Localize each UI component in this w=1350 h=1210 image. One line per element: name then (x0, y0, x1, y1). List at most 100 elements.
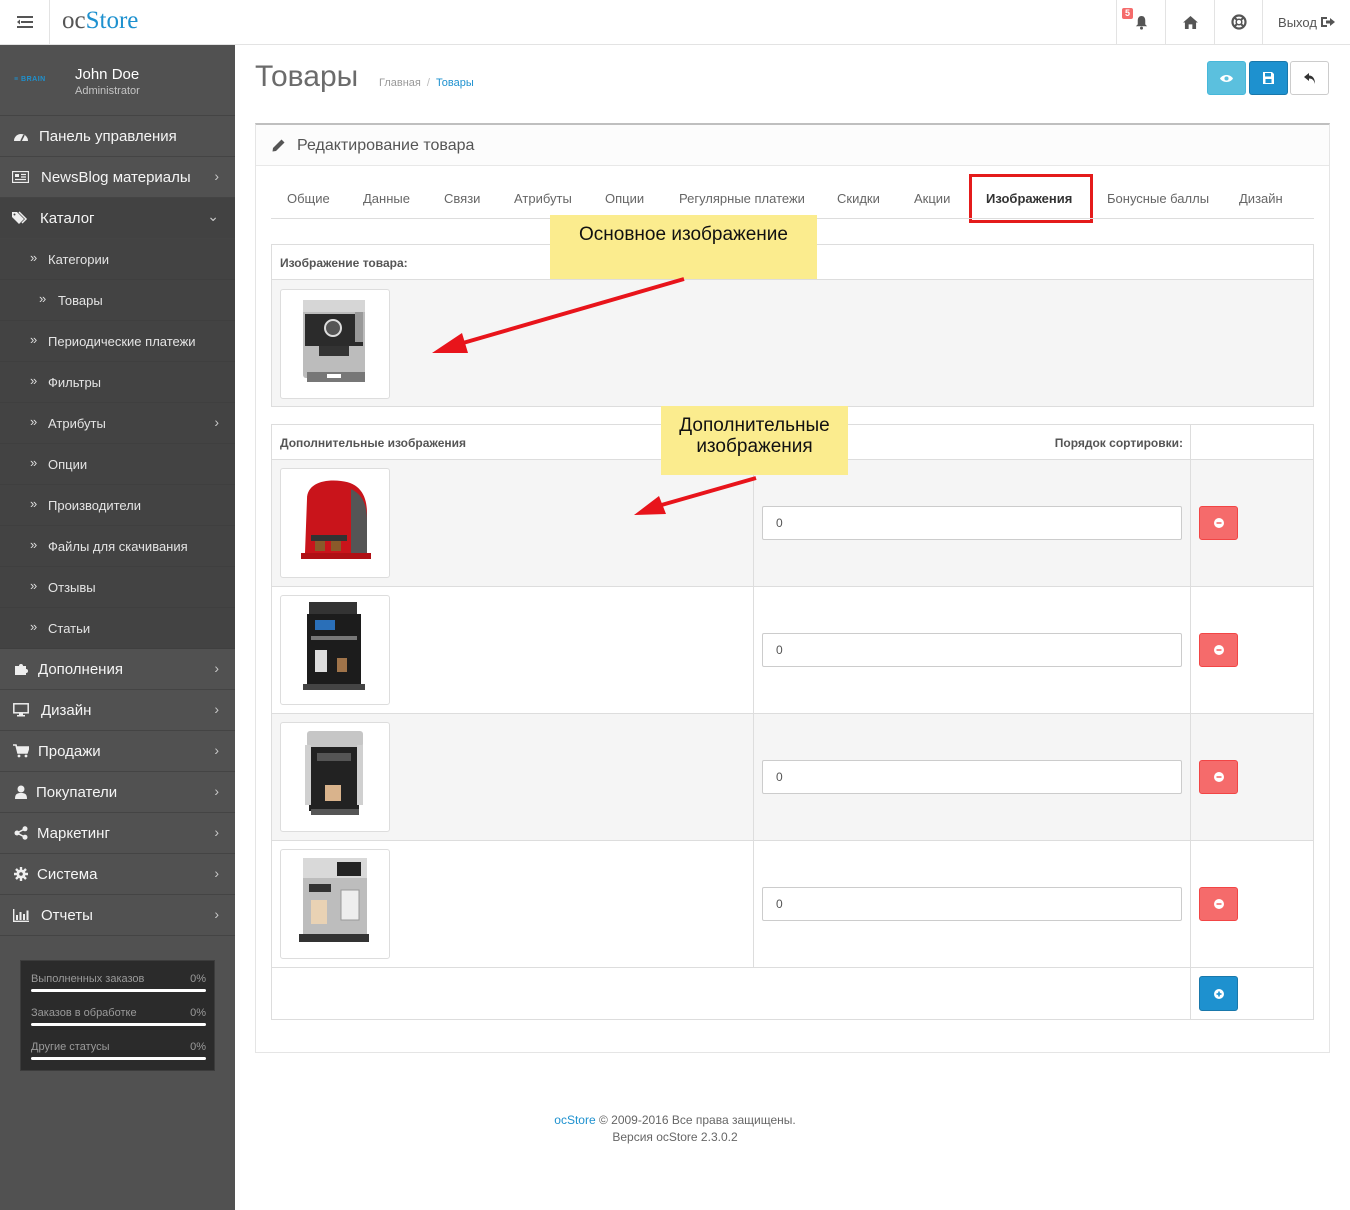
tab-options[interactable]: Опции (605, 191, 644, 206)
save-button[interactable] (1249, 61, 1288, 95)
sort-order-input[interactable] (762, 506, 1182, 540)
additional-image[interactable] (280, 468, 390, 578)
sidebar-item-system[interactable]: Система › (0, 854, 235, 895)
tab-design[interactable]: Дизайн (1239, 191, 1283, 206)
sidebar-subitem-filters[interactable]: » Фильтры (0, 362, 235, 403)
tab-discounts[interactable]: Скидки (837, 191, 880, 206)
sidebar-subitem-attributes[interactable]: » Атрибуты › (0, 403, 235, 444)
tab-links[interactable]: Связи (444, 191, 480, 206)
sidebar-subitem-categories[interactable]: » Категории (0, 239, 235, 280)
main-image-header: Изображение товара: (280, 256, 408, 270)
sidebar: ≡ BRAIN John Doe Administrator Панель уп… (0, 45, 235, 1210)
cart-icon (12, 744, 29, 758)
double-chevron-icon: » (30, 332, 38, 347)
breadcrumb-home-link[interactable]: Главная (379, 77, 421, 89)
stat-other: Другие статусы 0% (31, 1041, 206, 1063)
chevron-right-icon: › (214, 783, 219, 799)
top-header: ocStore 5 Выход (0, 0, 1350, 45)
panel-title: Редактирование товара (297, 137, 475, 154)
sidebar-item-label: Дизайн (41, 702, 92, 719)
chevron-right-icon: › (214, 742, 219, 758)
stat-processing: Заказов в обработке 0% (31, 1007, 206, 1029)
sidebar-subitem-options[interactable]: » Опции (0, 444, 235, 485)
sidebar-subitem-label: Опции (48, 457, 88, 472)
tab-recurring[interactable]: Регулярные платежи (679, 191, 805, 206)
bar-chart-icon (12, 908, 29, 922)
table-body (272, 280, 1313, 406)
user-icon (12, 785, 29, 799)
main-product-image[interactable] (280, 289, 390, 399)
tab-data[interactable]: Данные (363, 191, 410, 206)
additional-image[interactable] (280, 722, 390, 832)
remove-image-button[interactable] (1199, 633, 1238, 667)
sidebar-subitem-manufacturers[interactable]: » Производители (0, 485, 235, 526)
cog-icon (12, 867, 29, 881)
column-divider (753, 460, 754, 968)
sidebar-item-customers[interactable]: Покупатели › (0, 772, 235, 813)
stat-label: Выполненных заказов (31, 973, 145, 985)
footer-brand-link[interactable]: ocStore (554, 1113, 595, 1127)
tab-reward-points[interactable]: Бонусные баллы (1107, 191, 1209, 206)
table-row (272, 841, 1313, 968)
sidebar-subitem-label: Производители (48, 498, 142, 513)
sidebar-item-sales[interactable]: Продажи › (0, 731, 235, 772)
sidebar-item-newsblog[interactable]: NewsBlog материалы › (0, 157, 235, 198)
breadcrumb: Главная / Товары (379, 77, 474, 89)
add-image-button[interactable] (1199, 976, 1238, 1011)
sidebar-item-dashboard[interactable]: Панель управления (0, 116, 235, 157)
additional-images-table: Дополнительные изображения Порядок сорти… (271, 424, 1314, 1020)
chevron-right-icon: › (214, 906, 219, 922)
chevron-right-icon: › (214, 414, 219, 430)
sidebar-subitem-downloads[interactable]: » Файлы для скачивания (0, 526, 235, 567)
stat-value: 0% (190, 1041, 206, 1053)
pencil-icon (272, 139, 285, 155)
minus-circle-icon (1213, 899, 1224, 909)
help-button[interactable] (1214, 0, 1262, 44)
breadcrumb-current-link[interactable]: Товары (436, 77, 474, 89)
double-chevron-icon: » (30, 455, 38, 470)
sidebar-item-label: Продажи (38, 743, 101, 760)
logout-button[interactable]: Выход (1262, 0, 1350, 44)
sidebar-subitem-reviews[interactable]: » Отзывы (0, 567, 235, 608)
preview-button[interactable] (1207, 61, 1246, 95)
sidebar-subitem-products[interactable]: » Товары (0, 280, 235, 321)
sort-order-input[interactable] (762, 887, 1182, 921)
sidebar-item-design[interactable]: Дизайн › (0, 690, 235, 731)
sidebar-subitem-recurring[interactable]: » Периодические платежи (0, 321, 235, 362)
stat-value: 0% (190, 1007, 206, 1019)
sidebar-item-label: Маркетинг (37, 825, 110, 842)
tab-general[interactable]: Общие (287, 191, 330, 206)
table-row (272, 460, 1313, 587)
user-profile[interactable]: ≡ BRAIN John Doe Administrator (0, 45, 235, 116)
chevron-right-icon: › (214, 701, 219, 717)
sidebar-item-label: Покупатели (36, 784, 118, 801)
annotation-text: Основное изображение (579, 224, 788, 245)
remove-image-button[interactable] (1199, 887, 1238, 921)
app-logo[interactable]: ocStore (62, 7, 138, 35)
sign-out-icon (1320, 17, 1335, 27)
tab-attributes[interactable]: Атрибуты (514, 191, 572, 206)
sidebar-subitem-label: Отзывы (48, 580, 96, 595)
stat-progress-bar (31, 1057, 206, 1060)
back-button[interactable] (1290, 61, 1329, 95)
annotation-text: изображения (696, 436, 813, 457)
additional-image[interactable] (280, 849, 390, 959)
remove-image-button[interactable] (1199, 760, 1238, 794)
double-chevron-icon: » (39, 291, 47, 306)
sort-order-input[interactable] (762, 633, 1182, 667)
remove-image-button[interactable] (1199, 506, 1238, 540)
sort-order-input[interactable] (762, 760, 1182, 794)
sidebar-item-catalog[interactable]: Каталог ⌄ (0, 198, 235, 239)
minus-circle-icon (1213, 645, 1224, 655)
minus-circle-icon (1213, 772, 1224, 782)
additional-image[interactable] (280, 595, 390, 705)
notifications-button[interactable] (1116, 0, 1165, 44)
sidebar-item-marketing[interactable]: Маркетинг › (0, 813, 235, 854)
sidebar-subitem-articles[interactable]: » Статьи (0, 608, 235, 649)
tab-images[interactable]: Изображения (986, 191, 1072, 206)
sidebar-item-reports[interactable]: Отчеты › (0, 895, 235, 936)
sidebar-item-extensions[interactable]: Дополнения › (0, 649, 235, 690)
menu-toggle-button[interactable] (0, 0, 50, 44)
home-button[interactable] (1165, 0, 1214, 44)
tab-specials[interactable]: Акции (914, 191, 950, 206)
